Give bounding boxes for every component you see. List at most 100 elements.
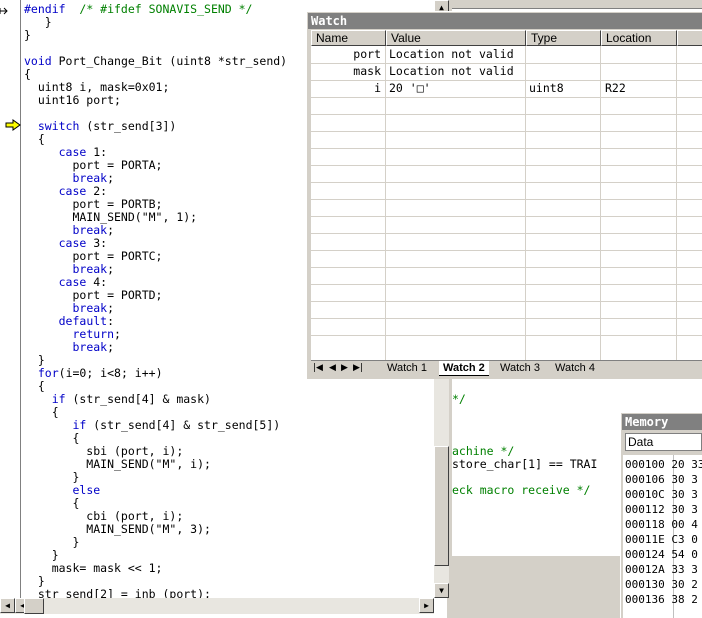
- watch-row[interactable]: [311, 301, 702, 319]
- tab-first-icon[interactable]: |◀: [313, 363, 323, 373]
- watch-name-cell[interactable]: mask: [315, 63, 381, 80]
- vertical-scroll-thumb[interactable]: [434, 446, 449, 566]
- code-text: }: [24, 15, 52, 29]
- code-text: :: [107, 314, 115, 328]
- watch-row[interactable]: [311, 114, 702, 132]
- memory-row: 00010C 30 3: [625, 488, 698, 501]
- code-text: port = PORTA;: [24, 158, 163, 172]
- watch-title-bar[interactable]: Watch: [308, 13, 702, 29]
- watch-row[interactable]: [311, 318, 702, 336]
- watch-location-cell[interactable]: [605, 46, 675, 63]
- watch-name-cell[interactable]: i: [315, 80, 381, 97]
- watch-value-cell[interactable]: Location not valid: [389, 46, 523, 63]
- watch-row[interactable]: [311, 148, 702, 166]
- memory-dump[interactable]: 000100 20 33 000106 30 3 00010C 30 3 000112…: [623, 455, 702, 618]
- code-text: uint8 i, mask=0x01;: [24, 80, 170, 94]
- column-header-value[interactable]: Value: [386, 30, 526, 46]
- watch-row[interactable]: mask Location not valid: [311, 63, 702, 81]
- code-keyword: break: [72, 223, 108, 237]
- watch-type-cell[interactable]: [529, 63, 599, 80]
- tab-next-icon[interactable]: ▶: [341, 363, 348, 373]
- watch-location-cell[interactable]: R22: [605, 80, 675, 97]
- watch-row[interactable]: [311, 97, 702, 115]
- memory-row: 000112 30 3: [625, 503, 698, 516]
- tab-prev-icon[interactable]: ◀: [329, 363, 336, 373]
- code-line: */: [452, 392, 466, 406]
- code-text: }: [24, 470, 80, 484]
- tab-watch-2[interactable]: Watch 2: [439, 361, 489, 376]
- tab-watch-1[interactable]: Watch 1: [383, 361, 431, 376]
- editor2-frame: [452, 0, 702, 9]
- memory-type-select[interactable]: Data: [625, 433, 702, 451]
- code-keyword: break: [72, 171, 108, 185]
- memory-window[interactable]: Memory Data 000100 20 33 000106 30 3 00010…: [620, 412, 702, 618]
- code-text: port = PORTC;: [24, 249, 163, 263]
- watch-row[interactable]: [311, 199, 702, 217]
- memory-row: 000106 30 3: [625, 473, 698, 486]
- watch-type-cell[interactable]: uint8: [529, 80, 599, 97]
- editor-horizontal-scrollbar[interactable]: ◀ ◀ ▶: [0, 598, 434, 614]
- code-line: #endif /* #ifdef SONAVIS_SEND */: [24, 3, 252, 16]
- code-keyword: break: [72, 262, 108, 276]
- editor-gutter[interactable]: [0, 0, 20, 598]
- current-line-arrow-icon: [5, 119, 21, 131]
- watch-row[interactable]: [311, 267, 702, 285]
- code-keyword: break: [72, 301, 108, 315]
- watch-row[interactable]: [311, 216, 702, 234]
- watch-row[interactable]: port Location not valid: [311, 46, 702, 64]
- scroll-left-arrow-icon[interactable]: ◀: [0, 598, 15, 613]
- memory-row: 000100 20 33: [625, 458, 702, 471]
- watch-type-cell[interactable]: [529, 46, 599, 63]
- code-keyword: break: [72, 340, 108, 354]
- watch-column-headers: Name Value Type Location: [311, 30, 702, 46]
- watch-row[interactable]: [311, 165, 702, 183]
- watch-location-cell[interactable]: [605, 63, 675, 80]
- scroll-right-arrow-icon[interactable]: ▶: [419, 598, 434, 613]
- watch-row[interactable]: [311, 182, 702, 200]
- code-text: }: [24, 535, 80, 549]
- code-keyword: case: [58, 275, 87, 289]
- tab-watch-4[interactable]: Watch 4: [551, 361, 599, 376]
- code-text: mask= mask << 1;: [24, 561, 163, 575]
- code-line: switch (str_send[3]): [24, 120, 176, 133]
- tab-last-icon[interactable]: ▶|: [353, 363, 363, 373]
- code-text: {: [24, 379, 45, 393]
- memory-row: 000118 00 4: [625, 518, 698, 531]
- watch-name-cell[interactable]: port: [315, 46, 381, 63]
- code-text: 4:: [86, 275, 108, 289]
- watch-row[interactable]: [311, 284, 702, 302]
- horizontal-scroll-thumb[interactable]: [24, 598, 44, 614]
- scroll-down-arrow-icon[interactable]: ▼: [434, 583, 449, 598]
- column-header-type[interactable]: Type: [526, 30, 601, 46]
- column-header-location[interactable]: Location: [601, 30, 677, 46]
- tab-watch-3[interactable]: Watch 3: [496, 361, 544, 376]
- memory-row: 00012A 33 3: [625, 563, 698, 576]
- code-keyword: #endif: [24, 2, 80, 16]
- watch-row[interactable]: i 20 '□' uint8 R22: [311, 80, 702, 98]
- column-header-name[interactable]: Name: [311, 30, 386, 46]
- watch-row[interactable]: [311, 250, 702, 268]
- memory-row: 000124 54 0: [625, 548, 698, 561]
- code-line: eck macro receive */: [452, 483, 591, 497]
- watch-grid[interactable]: port Location not valid mask Location not v…: [311, 46, 702, 360]
- watch-value-cell[interactable]: 20 '□': [389, 80, 523, 97]
- watch-row[interactable]: [311, 131, 702, 149]
- code-text: 3:: [86, 236, 108, 250]
- code-keyword: void: [24, 54, 52, 68]
- code-keyword: if: [72, 418, 87, 432]
- code-keyword: switch: [37, 119, 80, 133]
- watch-window[interactable]: Watch Name Value Type Location port Locat…: [306, 11, 702, 379]
- watch-value-cell[interactable]: Location not valid: [389, 63, 523, 80]
- watch-row[interactable]: [311, 233, 702, 251]
- code-text: }: [24, 574, 45, 588]
- memory-title-bar[interactable]: Memory: [622, 414, 702, 430]
- code-text: {: [24, 496, 80, 510]
